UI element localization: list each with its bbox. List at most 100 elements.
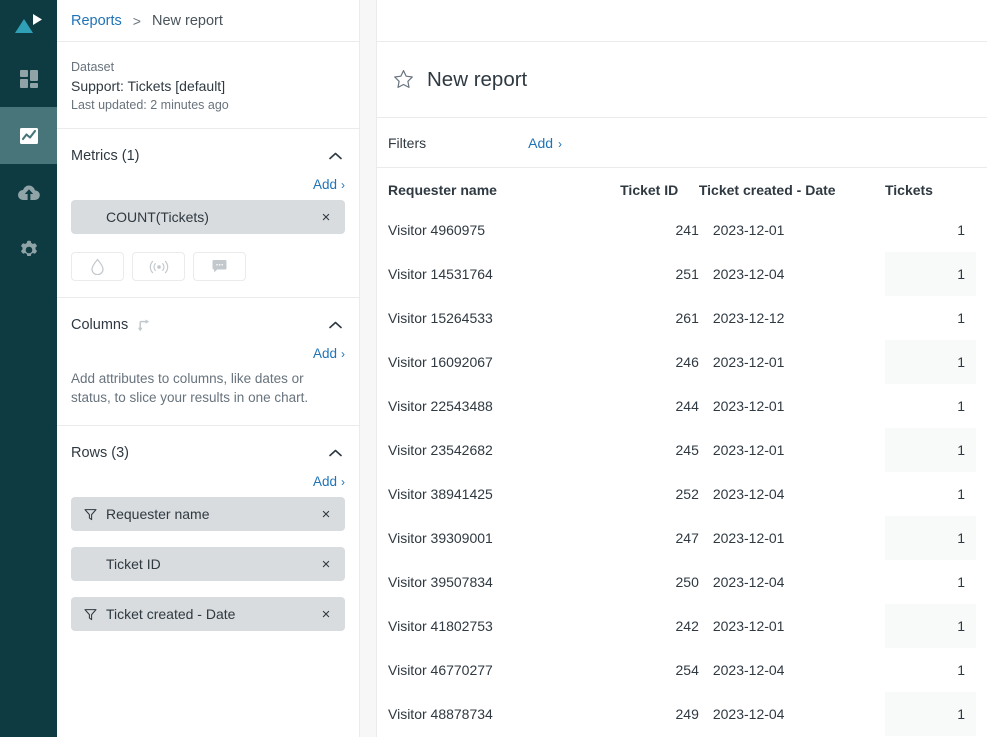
cell-tickets: 1 bbox=[884, 252, 976, 296]
filters-label: Filters bbox=[388, 134, 427, 151]
cell-tickets: 1 bbox=[957, 662, 965, 678]
cell-tickets: 1 bbox=[957, 398, 965, 414]
dataset-name: Support: Tickets [default] bbox=[71, 78, 226, 94]
table-row[interactable]: Visitor 39507834 250 2023-12-04 1 bbox=[388, 560, 976, 604]
row-pill-remove-button[interactable]: × bbox=[319, 557, 333, 572]
columns-title: Columns bbox=[71, 317, 129, 333]
cell-ticket-id: 246 bbox=[675, 354, 699, 370]
report-table-container: Requester name Ticket ID Ticket created … bbox=[377, 168, 987, 737]
logo-triangle-play-icon bbox=[14, 14, 42, 33]
row-pill-remove-button[interactable]: × bbox=[319, 607, 333, 622]
table-row[interactable]: Visitor 22543488 244 2023-12-01 1 bbox=[388, 384, 976, 428]
column-header-ticket-created-date[interactable]: Ticket created - Date bbox=[699, 168, 885, 208]
table-row[interactable]: Visitor 4960975 241 2023-12-01 1 bbox=[388, 208, 976, 252]
row-pill-ticket-id[interactable]: Ticket ID × bbox=[71, 547, 345, 581]
cell-tickets: 1 bbox=[957, 310, 965, 326]
columns-header: Columns bbox=[71, 304, 345, 346]
cell-ticket-id: 250 bbox=[675, 574, 699, 590]
table-row[interactable]: Visitor 38941425 252 2023-12-04 1 bbox=[388, 472, 976, 516]
report-config-panel: Reports > New report Dataset Support: Ti… bbox=[57, 0, 359, 737]
app-logo[interactable] bbox=[0, 0, 57, 50]
table-row[interactable]: Visitor 23542682 245 2023-12-01 1 bbox=[388, 428, 976, 472]
filters-bar: Filters Add › bbox=[377, 118, 987, 168]
rows-add-link[interactable]: Add › bbox=[71, 474, 345, 497]
table-row[interactable]: Visitor 39309001 247 2023-12-01 1 bbox=[388, 516, 976, 560]
columns-swap-button[interactable] bbox=[136, 318, 151, 333]
cell-requester-name: Visitor 39507834 bbox=[388, 574, 493, 590]
panel-resize-gutter[interactable] bbox=[359, 0, 377, 737]
cell-ticket-id: 251 bbox=[675, 266, 699, 282]
cell-tickets: 1 bbox=[957, 222, 965, 238]
comment-bubble-icon bbox=[212, 260, 227, 273]
cell-ticket-created-date: 2023-12-01 bbox=[712, 618, 785, 634]
table-row[interactable]: Visitor 41802753 242 2023-12-01 1 bbox=[388, 604, 976, 648]
report-table: Requester name Ticket ID Ticket created … bbox=[388, 168, 976, 736]
table-row[interactable]: Visitor 46770277 254 2023-12-04 1 bbox=[388, 648, 976, 692]
cell-requester-name: Visitor 48878734 bbox=[388, 706, 493, 722]
row-pill-label: Ticket ID bbox=[106, 556, 161, 572]
rows-collapse-toggle[interactable] bbox=[325, 443, 345, 463]
table-row[interactable]: Visitor 15264533 261 2023-12-12 1 bbox=[388, 296, 976, 340]
cell-requester-name: Visitor 23542682 bbox=[388, 442, 493, 458]
breadcrumb-current: New report bbox=[151, 12, 223, 29]
rows-add-chevron: › bbox=[341, 475, 345, 489]
cell-requester-name: Visitor 14531764 bbox=[388, 266, 493, 282]
sidebar-item-settings[interactable] bbox=[0, 221, 57, 278]
chevron-up-icon bbox=[328, 152, 342, 160]
cell-ticket-created-date: 2023-12-04 bbox=[712, 706, 785, 722]
cell-ticket-id: 252 bbox=[675, 486, 699, 502]
cell-ticket-id: 254 bbox=[675, 662, 699, 678]
primary-nav-rail bbox=[0, 0, 57, 737]
cell-tickets: 1 bbox=[884, 428, 976, 472]
metrics-collapse-toggle[interactable] bbox=[325, 146, 345, 166]
annotation-button[interactable] bbox=[193, 252, 246, 281]
star-outline-icon bbox=[393, 70, 413, 88]
sidebar-item-data-imports[interactable] bbox=[0, 164, 57, 221]
column-header-ticket-id[interactable]: Ticket ID bbox=[620, 168, 699, 208]
metrics-section: Metrics (1) Add › COUNT(Tickets) × bbox=[57, 129, 359, 298]
column-header-tickets[interactable]: Tickets bbox=[885, 168, 976, 208]
metrics-add-link[interactable]: Add › bbox=[71, 177, 345, 200]
metrics-title: Metrics (1) bbox=[71, 148, 140, 164]
columns-hint-text: Add attributes to columns, like dates or… bbox=[71, 371, 309, 405]
cell-ticket-created-date: 2023-12-01 bbox=[712, 398, 785, 414]
metric-pill[interactable]: COUNT(Tickets) × bbox=[71, 200, 345, 234]
breadcrumb-parent-link[interactable]: Reports bbox=[71, 13, 122, 29]
sidebar-item-dashboards[interactable] bbox=[0, 50, 57, 107]
dataset-updated: Last updated: 2 minutes ago bbox=[71, 98, 229, 112]
table-row[interactable]: Visitor 14531764 251 2023-12-04 1 bbox=[388, 252, 976, 296]
cell-ticket-created-date: 2023-12-01 bbox=[712, 530, 785, 546]
row-pill-remove-button[interactable]: × bbox=[319, 507, 333, 522]
cell-tickets: 1 bbox=[884, 692, 976, 736]
filters-add-chevron: › bbox=[558, 136, 563, 151]
breadcrumb-separator: > bbox=[132, 12, 141, 29]
metrics-add-label: Add bbox=[312, 177, 337, 192]
rows-section: Rows (3) Add › Requester name × Ticket I… bbox=[57, 426, 359, 647]
cell-tickets: 1 bbox=[884, 604, 976, 648]
favorite-star-button[interactable] bbox=[390, 67, 416, 93]
table-row[interactable]: Visitor 48878734 249 2023-12-04 1 bbox=[388, 692, 976, 736]
sidebar-item-reports[interactable] bbox=[0, 107, 57, 164]
row-pill-ticket-created-date[interactable]: Ticket created - Date × bbox=[71, 597, 345, 631]
column-header-requester-name[interactable]: Requester name bbox=[388, 168, 620, 208]
columns-collapse-toggle[interactable] bbox=[325, 315, 345, 335]
line-chart-icon bbox=[19, 127, 38, 144]
report-header: New report bbox=[377, 42, 987, 118]
cell-ticket-created-date: 2023-12-01 bbox=[712, 442, 785, 458]
live-data-button[interactable] bbox=[132, 252, 185, 281]
dataset-summary[interactable]: Dataset Support: Tickets [default] Last … bbox=[57, 42, 359, 129]
cell-ticket-created-date: 2023-12-01 bbox=[712, 354, 785, 370]
metric-tool-buttons bbox=[71, 252, 345, 281]
table-row[interactable]: Visitor 16092067 246 2023-12-01 1 bbox=[388, 340, 976, 384]
filters-add-link[interactable]: Add › bbox=[528, 135, 562, 151]
columns-add-link[interactable]: Add › bbox=[71, 346, 345, 369]
table-header-row: Requester name Ticket ID Ticket created … bbox=[388, 168, 976, 208]
cell-requester-name: Visitor 22543488 bbox=[388, 398, 493, 414]
color-picker-button[interactable] bbox=[71, 252, 124, 281]
columns-section: Columns Add › Add attributes to columns,… bbox=[57, 298, 359, 426]
main-top-bar bbox=[377, 0, 987, 42]
rows-header: Rows (3) bbox=[71, 432, 345, 474]
metric-pill-remove-button[interactable]: × bbox=[319, 210, 333, 225]
row-pill-requester-name[interactable]: Requester name × bbox=[71, 497, 345, 531]
cell-ticket-id: 242 bbox=[675, 618, 699, 634]
